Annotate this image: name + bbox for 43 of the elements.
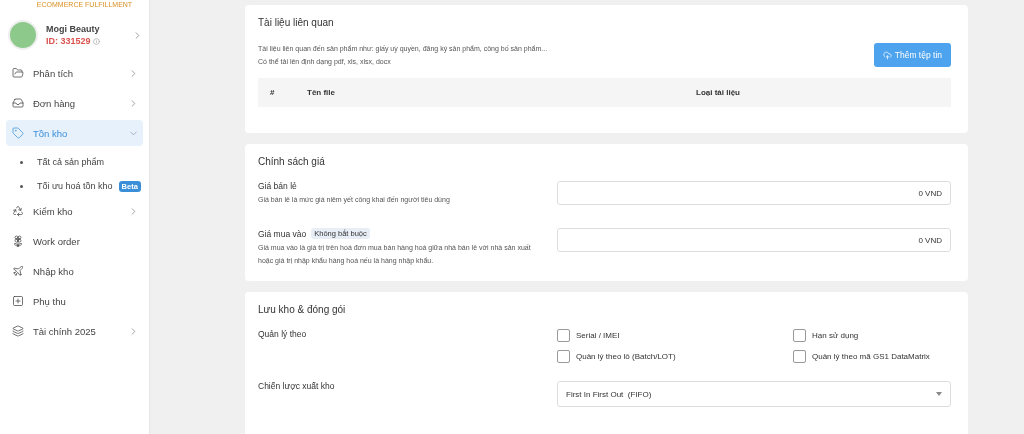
field-label: Giá bán lẻ (258, 181, 297, 191)
sidebar-item[interactable]: Phụ thu (6, 288, 143, 314)
checkbox-label: Quản lý theo lô (Batch/LOT) (576, 352, 676, 361)
sidebar-item[interactable]: Kiểm kho (6, 198, 143, 224)
plane-icon (12, 265, 24, 277)
checkbox[interactable] (557, 350, 570, 363)
plus-square-icon (12, 295, 24, 307)
field-label: Giá mua vào (258, 228, 307, 239)
column-header: Loại tài liệu (696, 88, 741, 97)
field-label: Quản lý theo (258, 329, 308, 341)
avatar (8, 20, 38, 50)
cloud-upload-icon (882, 50, 892, 60)
checkbox[interactable] (793, 350, 806, 363)
sidebar-subitem[interactable]: Tất cả sản phẩm (6, 150, 143, 174)
column-header: # (270, 88, 276, 97)
sidebar-item[interactable]: Tài chính 2025 (6, 318, 143, 344)
strategy-select[interactable]: First In First Out (FIFO) (557, 381, 951, 407)
checkbox-label: Serial / IMEI (576, 331, 620, 340)
checkbox[interactable] (793, 329, 806, 342)
folder-icon (12, 67, 24, 79)
price-input[interactable]: 0 VND (557, 181, 951, 205)
account-name: Mogi Beauty (46, 24, 101, 34)
checkbox[interactable] (557, 329, 570, 342)
checkbox-label: Quản lý theo mã GS1 DataMatrix (812, 352, 930, 361)
info-icon (92, 37, 100, 45)
flower-icon (12, 235, 24, 247)
sidebar-item[interactable]: Work order (6, 228, 143, 254)
section-title: Chính sách giá (258, 156, 326, 167)
sidebar-item[interactable]: Đơn hàng (6, 90, 143, 116)
layers-icon (12, 325, 24, 337)
inbox-icon (12, 97, 24, 109)
caret-icon (936, 392, 942, 396)
account-id: ID: 331529 (46, 36, 91, 46)
checkbox-label: Hạn sử dụng (812, 331, 859, 340)
sidebar-item[interactable]: Nhập kho (6, 258, 143, 284)
section-title: Tài liệu liên quan (258, 17, 335, 28)
section-title: Lưu kho & đóng gói (258, 304, 347, 315)
recycle-icon (12, 205, 24, 217)
price-input[interactable]: 0 VND (557, 228, 951, 252)
sidebar-item[interactable]: Phân tích (6, 60, 143, 86)
column-header: Tên file (307, 88, 336, 97)
field-label: Chiến lược xuất kho (258, 381, 336, 393)
tag-icon (12, 127, 24, 139)
